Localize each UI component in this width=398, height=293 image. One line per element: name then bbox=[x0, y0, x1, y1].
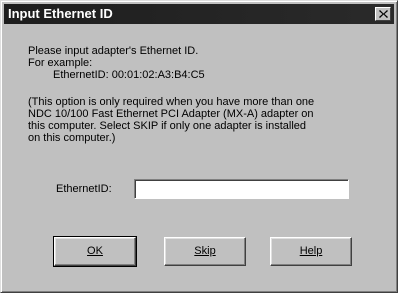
note-line-2: NDC 10/100 Fast Ethernet PCI Adapter (MX… bbox=[28, 108, 314, 120]
close-button[interactable] bbox=[375, 7, 391, 21]
ethernet-id-input[interactable] bbox=[135, 181, 348, 199]
intro-text: Please input adapter's Ethernet ID. bbox=[28, 45, 199, 57]
note-line-1: (This option is only required when you h… bbox=[28, 96, 315, 108]
ok-button[interactable]: OK bbox=[53, 236, 137, 267]
input-ethernet-id-dialog: Input Ethernet ID Please input adapter's… bbox=[0, 0, 398, 293]
note-line-4: on this computer.) bbox=[28, 132, 116, 144]
for-example-label: For example: bbox=[28, 57, 93, 69]
ethernet-id-label: EthernetID: bbox=[56, 183, 112, 195]
note-line-3: this computer. Select SKIP if only one a… bbox=[28, 120, 307, 132]
close-icon bbox=[379, 10, 388, 18]
example-ethernet-id: EthernetID: 00:01:02:A3:B4:C5 bbox=[53, 69, 205, 81]
ethernet-id-field[interactable] bbox=[134, 179, 349, 199]
window-title: Input Ethernet ID bbox=[8, 6, 113, 21]
help-button[interactable]: Help bbox=[270, 237, 352, 266]
skip-button[interactable]: Skip bbox=[164, 237, 246, 266]
title-bar[interactable]: Input Ethernet ID bbox=[4, 4, 394, 24]
